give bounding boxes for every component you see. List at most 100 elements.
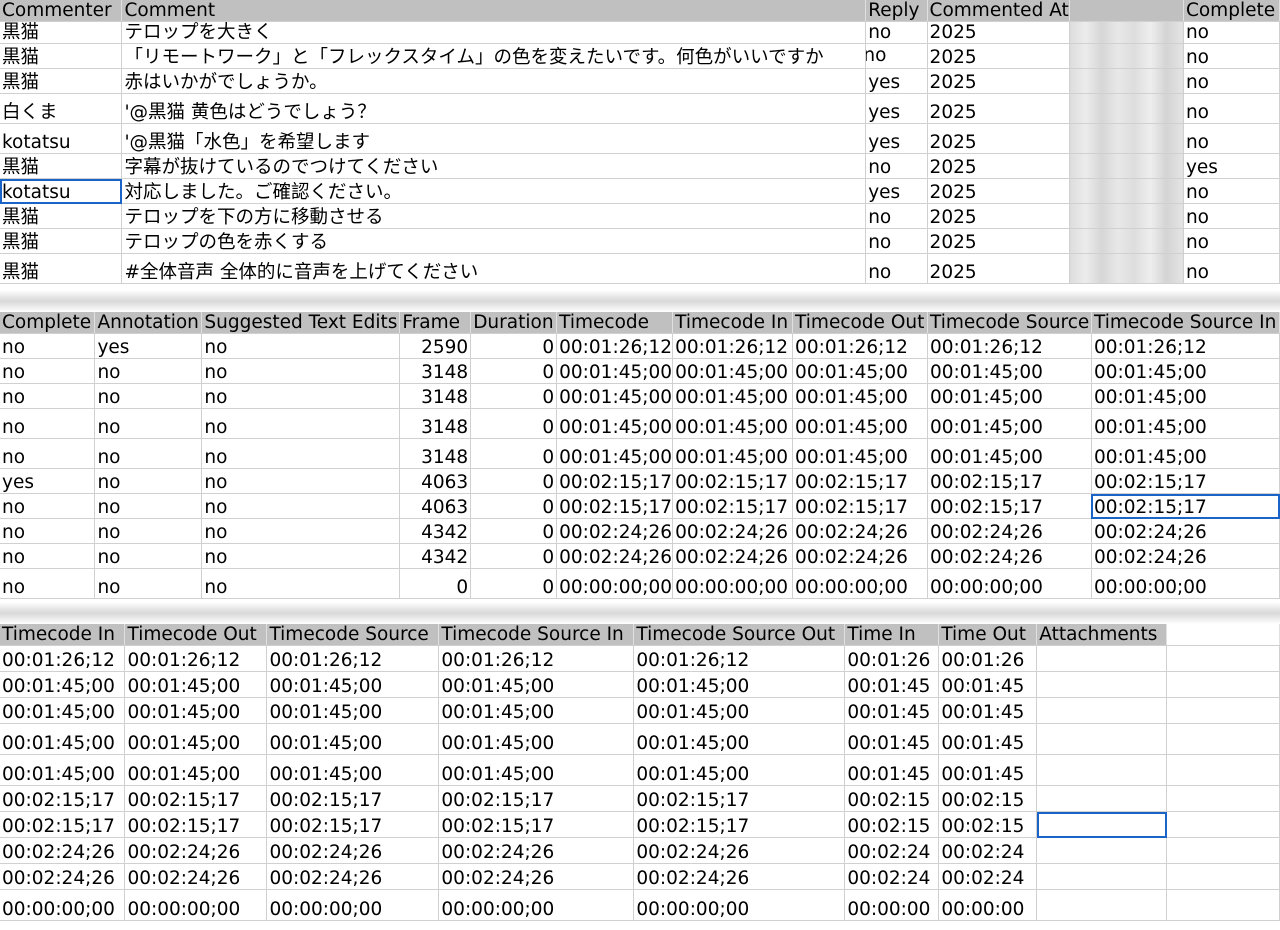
- table-cell[interactable]: 00:00:00: [938, 889, 1038, 921]
- column-header[interactable]: Timecode Source: [266, 624, 440, 646]
- table-cell[interactable]: 00:00:00;00: [0, 889, 126, 921]
- table-cell[interactable]: 00:01:26;12: [1091, 333, 1280, 359]
- table-cell[interactable]: 00:01:45;00: [633, 723, 846, 755]
- table-cell[interactable]: 00:02:24: [938, 837, 1038, 864]
- table-cell[interactable]: 00:02:15;17: [438, 785, 635, 812]
- table-cell[interactable]: [1166, 723, 1280, 755]
- table-cell[interactable]: no: [94, 568, 203, 599]
- table-cell[interactable]: no: [201, 438, 401, 469]
- cell-commenter[interactable]: 黒猫: [0, 253, 123, 284]
- table-cell[interactable]: 00:01:45;00: [672, 408, 794, 439]
- cell-comment[interactable]: 「リモートワーク」と「フレックスタイム」の色を変えたいです。何色がいいですか: [121, 43, 867, 69]
- column-header[interactable]: Commenter: [0, 0, 123, 22]
- table-cell[interactable]: 00:01:45: [938, 671, 1038, 698]
- table-cell[interactable]: 00:01:45;00: [1091, 438, 1280, 469]
- table-cell[interactable]: [1036, 811, 1168, 838]
- table-cell[interactable]: 4342: [399, 518, 472, 544]
- table-cell[interactable]: 00:02:15;17: [556, 493, 674, 519]
- column-header[interactable]: [1069, 0, 1184, 22]
- table-cell[interactable]: 00:02:15;17: [438, 811, 635, 838]
- table-cell[interactable]: 3148: [399, 438, 472, 469]
- cell-commenter[interactable]: 黒猫: [0, 203, 123, 229]
- table-cell[interactable]: 00:01:45;00: [266, 671, 440, 698]
- table-cell[interactable]: 00:01:45;00: [792, 358, 928, 384]
- table-cell[interactable]: 00:01:26;12: [792, 333, 928, 359]
- table-cell[interactable]: 00:01:45;00: [672, 383, 794, 409]
- table-cell[interactable]: 00:00:00;00: [124, 889, 268, 921]
- table-cell[interactable]: 0: [470, 383, 558, 409]
- table-cell[interactable]: no: [201, 518, 401, 544]
- table-cell[interactable]: [1036, 671, 1168, 698]
- table-cell[interactable]: 00:02:24;26: [633, 837, 846, 864]
- table-cell[interactable]: 00:00:00: [844, 889, 940, 921]
- table-cell[interactable]: [1166, 645, 1280, 672]
- table-cell[interactable]: no: [0, 518, 96, 544]
- column-header[interactable]: Complete: [1183, 0, 1280, 22]
- column-header[interactable]: Timecode Out: [124, 624, 268, 646]
- table-cell[interactable]: no: [0, 543, 96, 569]
- table-cell[interactable]: no: [0, 333, 96, 359]
- table-cell[interactable]: 00:02:15;17: [672, 468, 794, 494]
- table-cell[interactable]: 00:02:15;17: [0, 785, 126, 812]
- table-cell[interactable]: no: [94, 408, 203, 439]
- table-cell[interactable]: 00:02:24: [844, 837, 940, 864]
- table-cell[interactable]: 00:00:00;00: [927, 568, 1092, 599]
- cell-comment[interactable]: テロップを大きく: [121, 21, 867, 44]
- cell-reply[interactable]: no: [865, 253, 928, 284]
- table-cell[interactable]: 00:02:24;26: [556, 543, 674, 569]
- table-cell[interactable]: 00:02:15: [938, 811, 1038, 838]
- table-cell[interactable]: [1166, 863, 1280, 890]
- table-cell[interactable]: [1036, 889, 1168, 921]
- table-cell[interactable]: no: [0, 408, 96, 439]
- table-cell[interactable]: no: [201, 333, 401, 359]
- table-cell[interactable]: 0: [470, 568, 558, 599]
- table-cell[interactable]: 00:00:00;00: [438, 889, 635, 921]
- table-cell[interactable]: no: [94, 543, 203, 569]
- table-cell[interactable]: 00:01:45;00: [438, 723, 635, 755]
- table-cell[interactable]: 00:02:24;26: [672, 543, 794, 569]
- table-cell[interactable]: no: [201, 408, 401, 439]
- table-cell[interactable]: 00:01:45;00: [672, 438, 794, 469]
- table-cell[interactable]: [1036, 697, 1168, 724]
- table-cell[interactable]: no: [94, 383, 203, 409]
- cell-commenter[interactable]: 白くま: [0, 93, 123, 124]
- table-cell[interactable]: 00:01:45;00: [927, 358, 1092, 384]
- cell-commenter[interactable]: kotatsu: [0, 123, 123, 154]
- table-cell[interactable]: 00:02:15;17: [927, 468, 1092, 494]
- table-cell[interactable]: 00:01:45;00: [556, 438, 674, 469]
- table-cell[interactable]: 00:01:45;00: [927, 438, 1092, 469]
- cell-commenter[interactable]: 黒猫: [0, 43, 123, 69]
- column-header[interactable]: Complete: [0, 312, 96, 334]
- cell-commented-at[interactable]: 2025: [927, 153, 1070, 179]
- table-cell[interactable]: 00:01:45;00: [1091, 383, 1280, 409]
- column-header[interactable]: Frame: [399, 312, 472, 334]
- table-cell[interactable]: 00:01:45;00: [0, 671, 126, 698]
- table-cell[interactable]: 2590: [399, 333, 472, 359]
- column-header[interactable]: Suggested Text Edits: [201, 312, 401, 334]
- cell-commenter[interactable]: 黒猫: [0, 153, 123, 179]
- table-cell[interactable]: no: [201, 493, 401, 519]
- table-cell[interactable]: 00:00:00;00: [1091, 568, 1280, 599]
- table-cell[interactable]: [1036, 837, 1168, 864]
- column-header[interactable]: Timecode Source In: [1091, 312, 1280, 334]
- cell-complete[interactable]: no: [1183, 228, 1280, 254]
- table-cell[interactable]: 00:02:24;26: [927, 518, 1092, 544]
- table-cell[interactable]: 00:02:24;26: [0, 837, 126, 864]
- table-cell[interactable]: 00:00:00;00: [556, 568, 674, 599]
- table-cell[interactable]: 00:02:24;26: [792, 518, 928, 544]
- column-header[interactable]: Commented At: [927, 0, 1070, 22]
- table-cell[interactable]: 00:01:45: [938, 754, 1038, 786]
- table-cell[interactable]: 00:01:45;00: [1091, 358, 1280, 384]
- cell-commented-at[interactable]: 2025: [927, 203, 1070, 229]
- table-cell[interactable]: no: [94, 493, 203, 519]
- cell-reply[interactable]: yes: [865, 68, 928, 94]
- table-cell[interactable]: no: [94, 358, 203, 384]
- cell-reply[interactable]: no: [865, 203, 928, 229]
- cell-comment[interactable]: テロップの色を赤くする: [121, 228, 867, 254]
- table-cell[interactable]: [1036, 785, 1168, 812]
- table-cell[interactable]: 00:02:24;26: [927, 543, 1092, 569]
- cell-complete[interactable]: no: [1183, 253, 1280, 284]
- table-cell[interactable]: no: [0, 358, 96, 384]
- table-cell[interactable]: 00:00:00;00: [792, 568, 928, 599]
- cell-commented-at[interactable]: 2025: [927, 178, 1070, 204]
